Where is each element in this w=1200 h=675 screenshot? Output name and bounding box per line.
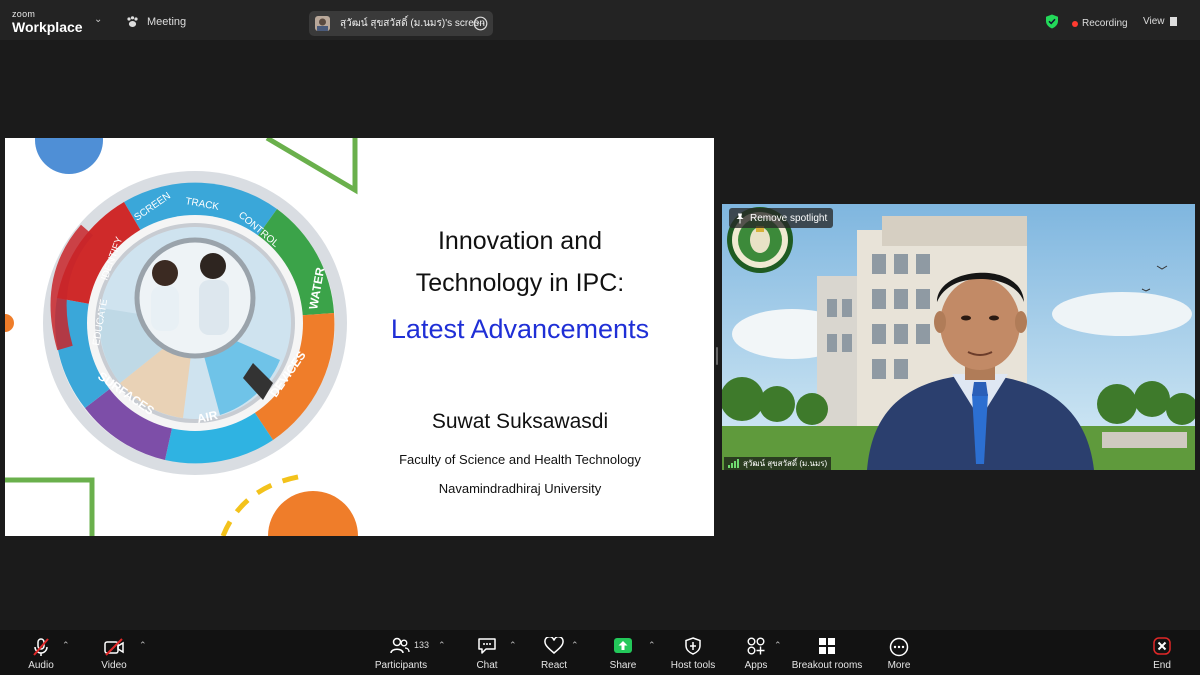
breakout-rooms-label: Breakout rooms: [791, 660, 863, 671]
security-shield-icon[interactable]: [1045, 14, 1059, 29]
remove-spotlight-label: Remove spotlight: [750, 212, 828, 224]
share-label: สุวัฒน์ สุขสวัสดิ์ (ม.นมร)'s screen: [340, 18, 485, 29]
breakout-rooms-button[interactable]: Breakout rooms: [790, 630, 864, 675]
decor-green-corner: [5, 477, 95, 536]
meeting-toolbar: Audio ⌃ Video ⌃ Participants 133 ⌃ Chat …: [0, 630, 1200, 675]
presenter-avatar: [315, 16, 330, 31]
end-meeting-button[interactable]: End: [1146, 630, 1178, 675]
participants-button[interactable]: Participants: [372, 630, 430, 675]
brand-bottom: Workplace: [12, 19, 83, 35]
brand-top: zoom: [12, 9, 36, 19]
spotlight-video-tile[interactable]: [722, 204, 1195, 470]
meeting-label: Meeting: [147, 16, 187, 28]
decor-orange-circle: [268, 491, 358, 536]
slide-title: Innovation and Technology in IPC: Latest…: [335, 220, 705, 350]
decor-blue-circle: [35, 138, 103, 174]
decor-green-triangle: [265, 138, 358, 195]
chat-label: Chat: [476, 660, 498, 671]
recording-indicator[interactable]: Recording: [1072, 18, 1128, 29]
react-button[interactable]: React: [536, 630, 572, 675]
decor-orange-dot: [5, 314, 14, 332]
host-tools-label: Host tools: [670, 660, 716, 671]
participant-name-tag: สุวัฒน์ สุขสวัสดิ์ (ม.นมร): [724, 457, 832, 470]
audio-label: Audio: [28, 660, 54, 671]
pin-icon: [736, 213, 744, 223]
signal-strength-icon: [728, 459, 739, 468]
splitter-handle[interactable]: [716, 347, 718, 365]
share-button[interactable]: Share: [605, 630, 641, 675]
slide-title-line1: Innovation and: [437, 227, 603, 255]
screen-share-indicator[interactable]: สุวัฒน์ สุขสวัสดิ์ (ม.นมร)'s screen: [309, 11, 493, 36]
view-layout-icon: [1169, 17, 1177, 26]
end-label: End: [1153, 660, 1171, 671]
video-button[interactable]: Video: [92, 630, 136, 675]
more-button[interactable]: More: [882, 630, 916, 675]
react-options-caret-icon[interactable]: ⌃: [571, 640, 579, 651]
video-label: Video: [101, 660, 127, 671]
share-screen-icon: [614, 638, 632, 653]
presenter-university: Navamindradhiraj University: [438, 481, 602, 496]
recording-label: Recording: [1082, 18, 1128, 29]
host-tools-button[interactable]: Host tools: [668, 630, 718, 675]
react-label: React: [540, 660, 568, 671]
apps-button[interactable]: Apps: [740, 630, 772, 675]
share-options-caret-icon[interactable]: ⌃: [648, 640, 656, 651]
end-call-icon: [1153, 637, 1171, 655]
breakout-rooms-icon: [819, 638, 835, 654]
audio-button[interactable]: Audio: [20, 630, 62, 675]
microphone-muted-icon: [33, 638, 49, 656]
ipc-wheel: SCREEN TRACK CONTROL WATER DEVICES AIR S…: [43, 171, 347, 475]
view-button[interactable]: View: [1143, 16, 1177, 27]
apps-label: Apps: [744, 660, 768, 671]
recording-dot-icon: [1072, 20, 1078, 27]
video-options-caret-icon[interactable]: ⌃: [139, 640, 147, 651]
top-bar: zoom Workplace ⌄ Meeting สุวัฒน์ สุขสวัส…: [0, 0, 1200, 40]
slide-title-line3: Latest Advancements: [390, 314, 650, 344]
participants-label: Participants: [374, 660, 428, 671]
video-feed: [722, 204, 1195, 470]
paw-icon: [127, 16, 138, 27]
chat-button[interactable]: Chat: [470, 630, 504, 675]
participants-count: 133: [414, 640, 430, 650]
meeting-tab[interactable]: Meeting: [126, 16, 186, 28]
apps-options-caret-icon[interactable]: ⌃: [774, 640, 782, 651]
slide-title-line2: Technology in IPC:: [415, 269, 625, 297]
participants-icon: [390, 637, 410, 654]
shield-icon: [685, 637, 701, 655]
view-label: View: [1143, 16, 1165, 27]
video-camera-off-icon: [104, 638, 124, 656]
share-label: Share: [609, 660, 637, 671]
audio-options-caret-icon[interactable]: ⌃: [62, 640, 70, 651]
more-icon: [889, 637, 909, 657]
more-label: More: [887, 660, 911, 671]
shared-screen-slide: SCREEN TRACK CONTROL WATER DEVICES AIR S…: [5, 138, 714, 536]
remove-spotlight-button[interactable]: Remove spotlight: [729, 208, 834, 228]
participant-name: สุวัฒน์ สุขสวัสดิ์ (ม.นมร): [743, 459, 828, 468]
presenter-faculty: Faculty of Science and Health Technology: [399, 452, 641, 467]
presenter-name: Suwat Suksawasdi: [431, 410, 609, 433]
heart-icon: [544, 637, 564, 654]
more-options-icon[interactable]: [473, 16, 488, 31]
chat-options-caret-icon[interactable]: ⌃: [509, 640, 517, 651]
chevron-down-icon[interactable]: ⌄: [94, 14, 102, 25]
apps-icon: [747, 637, 765, 655]
participants-options-caret-icon[interactable]: ⌃: [438, 640, 446, 651]
chat-icon: [478, 638, 496, 654]
zoom-workplace-logo[interactable]: zoom Workplace: [12, 9, 83, 35]
